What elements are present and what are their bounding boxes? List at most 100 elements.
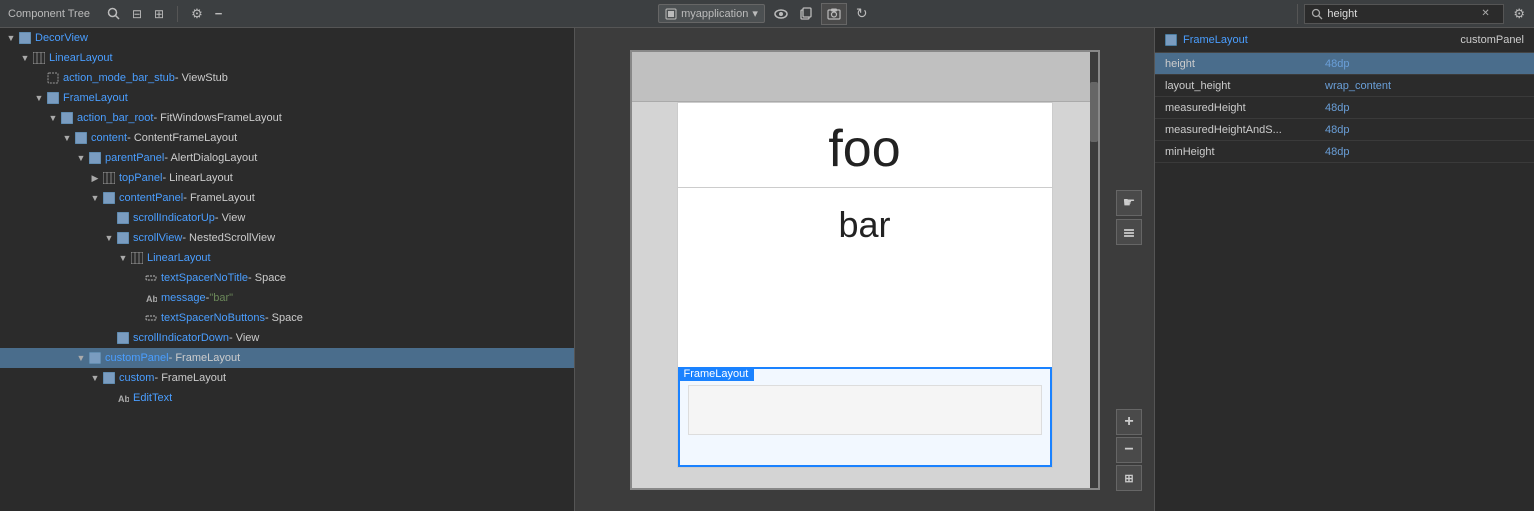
prop-row[interactable]: measuredHeightAndS...48dp — [1155, 119, 1534, 141]
tree-item[interactable]: textSpacerNoButtons - Space — [0, 308, 574, 328]
hand-tool-button[interactable]: ☛ — [1116, 190, 1142, 216]
tree-item[interactable]: ▼LinearLayout — [0, 48, 574, 68]
tree-node-icon — [102, 371, 116, 385]
device-selector[interactable]: myapplication ▾ — [658, 4, 765, 23]
zoom-controls: + − ⊞ — [1116, 409, 1142, 491]
tree-node-name: DecorView — [35, 32, 88, 44]
tree-node-type: - AlertDialogLayout — [164, 152, 257, 164]
prop-name: layout_height — [1165, 80, 1325, 92]
center-toolbar: myapplication ▾ ↻ — [231, 3, 1297, 25]
tree-node-icon — [32, 51, 46, 65]
align-top-button[interactable]: ⊟ — [129, 5, 145, 23]
tree-item[interactable]: ▼FrameLayout — [0, 88, 574, 108]
align-bottom-button[interactable]: ⊞ — [151, 5, 167, 23]
properties-header: FrameLayout customPanel — [1155, 28, 1534, 53]
tree-item[interactable]: ▼custom - FrameLayout — [0, 368, 574, 388]
tree-arrow: ▼ — [74, 153, 88, 163]
prop-row[interactable]: measuredHeight48dp — [1155, 97, 1534, 119]
refresh-button[interactable]: ↻ — [853, 3, 871, 24]
prop-row[interactable]: layout_heightwrap_content — [1155, 75, 1534, 97]
tree-node-icon — [88, 151, 102, 165]
prop-value: 48dp — [1325, 146, 1349, 158]
settings-right-button[interactable]: ⚙ — [1510, 4, 1528, 24]
copy-button[interactable] — [797, 5, 815, 22]
toolbar-separator-1 — [177, 6, 178, 22]
tree-item[interactable]: textSpacerNoTitle - Space — [0, 268, 574, 288]
frame-layout-overlay[interactable]: FrameLayout — [678, 367, 1052, 467]
tree-item[interactable]: ▼scrollView - NestedScrollView — [0, 228, 574, 248]
side-tool-buttons: ☛ — [1116, 190, 1142, 245]
tree-node-name: custom — [119, 372, 154, 384]
search-clear-button[interactable]: ✕ — [1481, 8, 1489, 19]
prop-row[interactable]: height48dp — [1155, 53, 1534, 75]
tree-node-name: contentPanel — [119, 192, 183, 204]
dropdown-arrow: ▾ — [752, 7, 758, 20]
tree-node-type: - NestedScrollView — [182, 232, 275, 244]
tree-arrow: ▼ — [32, 93, 46, 103]
device-statusbar — [632, 52, 1098, 102]
layer-button[interactable] — [1116, 219, 1142, 245]
main-content: ▼DecorView▼LinearLayoutaction_mode_bar_s… — [0, 28, 1534, 511]
zoom-in-button[interactable]: + — [1116, 409, 1142, 435]
search-icon — [1311, 8, 1323, 20]
tree-node-icon: Ab — [144, 291, 158, 305]
search-box[interactable]: ✕ — [1304, 4, 1504, 24]
tree-item[interactable]: ▼content - ContentFrameLayout — [0, 128, 574, 148]
tree-node-type: - Space — [248, 272, 286, 284]
dialog-container: foo bar FrameLayout — [677, 102, 1053, 468]
search-input[interactable] — [1327, 8, 1477, 20]
tree-node-name: textSpacerNoTitle — [161, 272, 248, 284]
tree-node-icon — [102, 191, 116, 205]
tree-item[interactable]: ▼ DecorView — [0, 28, 574, 48]
prop-component-icon — [1165, 34, 1177, 46]
device-screen: foo bar FrameLayout — [630, 50, 1100, 490]
prop-row[interactable]: minHeight48dp — [1155, 141, 1534, 163]
tree-node-name: LinearLayout — [147, 252, 211, 264]
tree-node-name: textSpacerNoButtons — [161, 312, 265, 324]
component-tree-panel: ▼DecorView▼LinearLayoutaction_mode_bar_s… — [0, 28, 575, 511]
tree-arrow: ▼ — [116, 253, 130, 263]
tree-node-icon — [60, 111, 74, 125]
tree-node-type: - LinearLayout — [162, 172, 232, 184]
tree-node-type: - ContentFrameLayout — [127, 132, 237, 144]
prop-component-name: FrameLayout — [1183, 34, 1248, 46]
tree-node-name: customPanel — [105, 352, 169, 364]
tree-item[interactable]: Abmessage - "bar" — [0, 288, 574, 308]
tree-arrow: ▼ — [4, 33, 18, 43]
eye-button[interactable] — [771, 7, 791, 21]
right-search-area: ✕ ⚙ — [1297, 4, 1534, 24]
fit-to-screen-button[interactable]: ⊞ — [1116, 465, 1142, 491]
tree-item[interactable]: action_mode_bar_stub - ViewStub — [0, 68, 574, 88]
tree-item[interactable]: ▼customPanel - FrameLayout — [0, 348, 574, 368]
tree-item[interactable]: AbEditText — [0, 388, 574, 408]
tree-item[interactable]: scrollIndicatorUp - View — [0, 208, 574, 228]
tree-arrow: ▼ — [18, 53, 32, 63]
tree-item[interactable]: ▼parentPanel - AlertDialogLayout — [0, 148, 574, 168]
tree-item[interactable]: ▶topPanel - LinearLayout — [0, 168, 574, 188]
properties-panel: FrameLayout customPanel height48dplayout… — [1154, 28, 1534, 511]
scrollbar-track — [1090, 52, 1098, 488]
search-button[interactable] — [104, 5, 123, 22]
zoom-out-button[interactable]: − — [1116, 437, 1142, 463]
tree-item[interactable]: ▼contentPanel - FrameLayout — [0, 188, 574, 208]
tree-node-icon — [88, 351, 102, 365]
tree-node-icon — [144, 311, 158, 325]
props-container: height48dplayout_heightwrap_contentmeasu… — [1155, 53, 1534, 163]
dialog-bar-text: bar — [678, 188, 1052, 262]
scrollbar-thumb[interactable] — [1090, 82, 1098, 142]
tree-node-icon — [46, 71, 60, 85]
tree-item[interactable]: ▼action_bar_root - FitWindowsFrameLayout — [0, 108, 574, 128]
tree-item[interactable]: scrollIndicatorDown - View — [0, 328, 574, 348]
tree-arrow: ▶ — [88, 173, 102, 184]
prop-value: 48dp — [1325, 124, 1349, 136]
camera-button[interactable] — [821, 3, 847, 25]
tree-item[interactable]: ▼ LinearLayout — [0, 248, 574, 268]
tree-node-name: action_bar_root — [77, 112, 153, 124]
settings-button[interactable]: ⚙ — [188, 4, 206, 24]
frame-layout-label: FrameLayout — [678, 367, 755, 381]
component-tree-toolbar: ⊟ ⊞ ⚙ − — [98, 4, 231, 24]
prop-value: 48dp — [1325, 58, 1349, 70]
close-panel-button[interactable]: − — [212, 4, 226, 23]
tree-node-type: - FrameLayout — [183, 192, 255, 204]
tree-node-name: content — [91, 132, 127, 144]
